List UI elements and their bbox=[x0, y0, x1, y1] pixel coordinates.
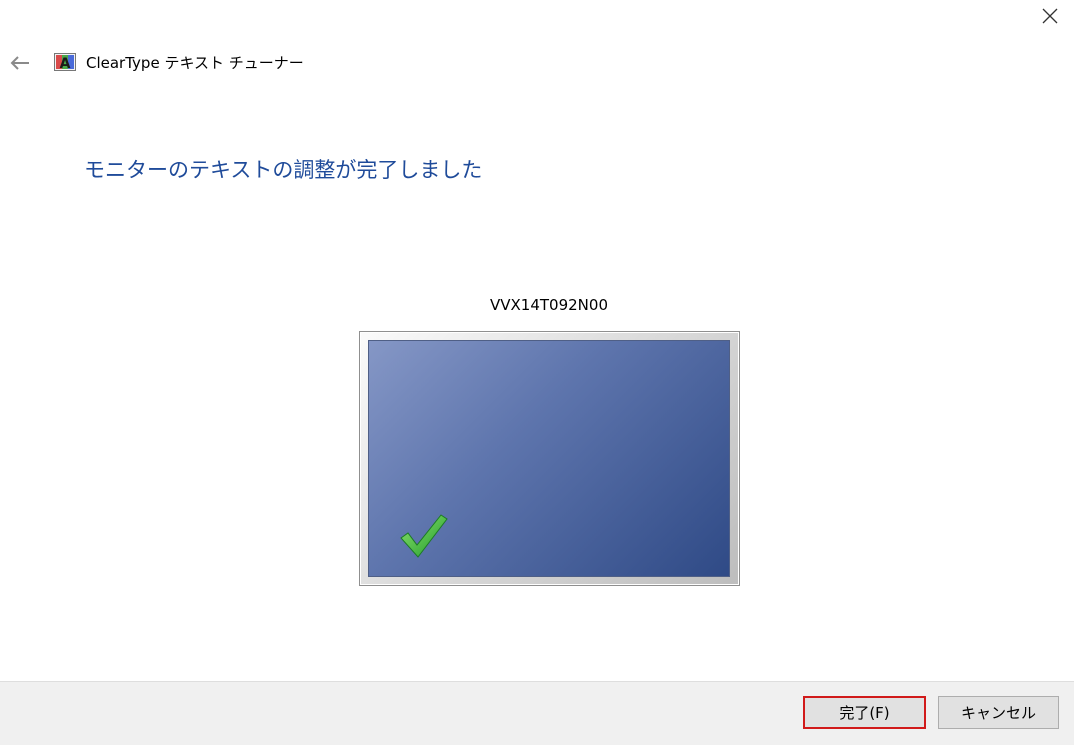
cleartype-icon: A bbox=[54, 53, 76, 71]
page-heading: モニターのテキストの調整が完了しました bbox=[84, 158, 483, 182]
checkmark-icon bbox=[400, 514, 448, 558]
monitor-illustration bbox=[359, 331, 740, 586]
close-icon bbox=[1042, 8, 1058, 24]
svg-text:A: A bbox=[60, 56, 71, 71]
back-button[interactable] bbox=[6, 50, 34, 76]
monitor-name: VVX14T092N00 bbox=[490, 296, 608, 314]
arrow-left-icon bbox=[10, 56, 29, 70]
close-button[interactable] bbox=[1032, 0, 1068, 32]
monitor-screen bbox=[368, 340, 730, 577]
cancel-button[interactable]: キャンセル bbox=[938, 696, 1059, 729]
window-title: ClearType テキスト チューナー bbox=[86, 54, 304, 72]
finish-button[interactable]: 完了(F) bbox=[803, 696, 926, 729]
